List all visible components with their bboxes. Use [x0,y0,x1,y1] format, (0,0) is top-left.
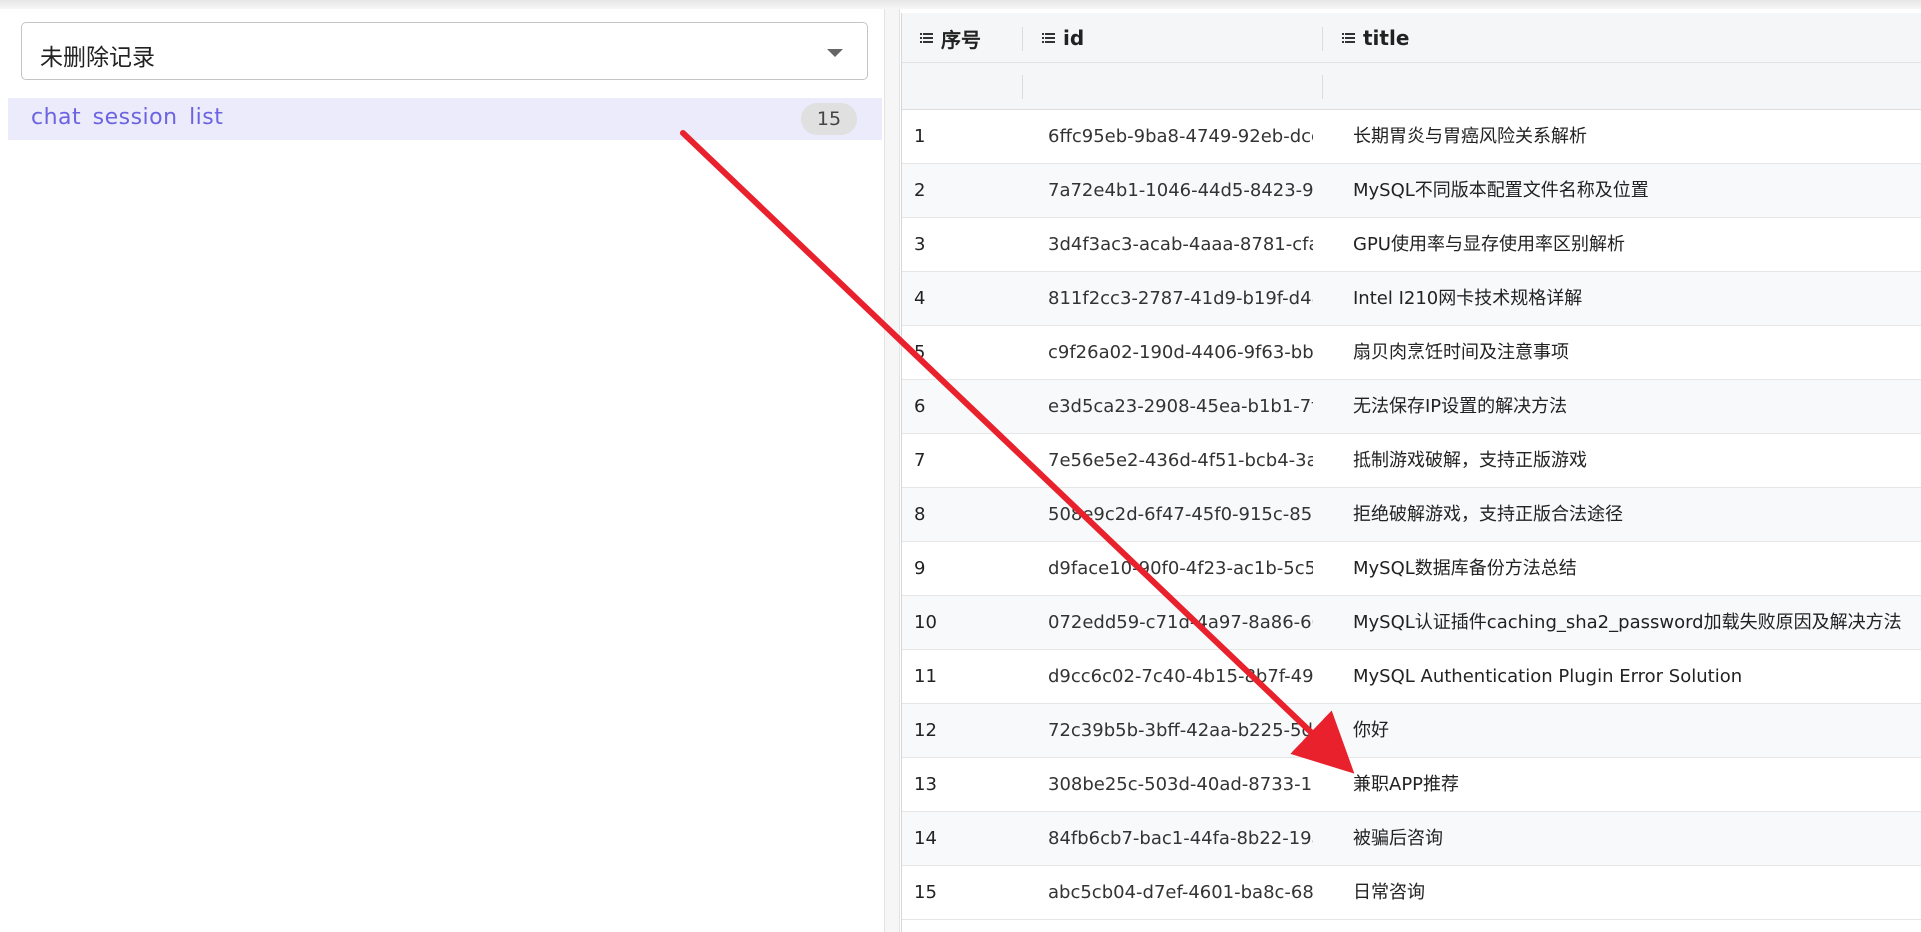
chevron-down-icon[interactable] [827,49,843,57]
cell-id: d9cc6c02-7c40-4b15-8b7f-493... [1048,666,1313,687]
table-row[interactable]: 12 72c39b5b-3bff-42aa-b225-5d9... 你好 [902,704,1921,758]
left-panel: 未删除记录 chat session list 15 [8,9,882,932]
table-row[interactable]: 7 7e56e5e2-436d-4f51-bcb4-3aa... 抵制游戏破解，支持… [902,434,1921,488]
cell-no: 13 [914,774,937,795]
cell-title: 扇贝肉烹饪时间及注意事项 [1353,342,1569,363]
cell-id: 84fb6cb7-bac1-44fa-8b22-19a... [1048,828,1313,849]
table-row[interactable]: 13 308be25c-503d-40ad-8733-15... 兼职APP推荐 [902,758,1921,812]
column-filter-row[interactable] [902,63,1921,110]
table-row[interactable]: 2 7a72e4b1-1046-44d5-8423-96... MySQL不同版本配… [902,164,1921,218]
cell-title: 你好 [1353,720,1389,741]
cell-no: 9 [914,558,926,579]
cell-id: 811f2cc3-2787-41d9-b19f-d48... [1048,288,1313,309]
cell-no: 2 [914,180,926,201]
cell-no: 12 [914,720,937,741]
cell-no: 5 [914,342,926,363]
cell-id: 3d4f3ac3-acab-4aaa-8781-cfa3... [1048,234,1313,255]
cell-title: 日常咨询 [1353,882,1425,903]
cell-id: 7e56e5e2-436d-4f51-bcb4-3aa... [1048,450,1313,471]
cell-no: 7 [914,450,926,471]
cell-title: 兼职APP推荐 [1353,774,1460,795]
cell-title: GPU使用率与显存使用率区别解析 [1353,234,1625,255]
cell-no: 11 [914,666,937,687]
table-row[interactable]: 6 e3d5ca23-2908-45ea-b1b1-7fc... 无法保存IP设置的… [902,380,1921,434]
column-separator[interactable] [1322,27,1323,51]
table-row[interactable]: 1 6ffc95eb-9ba8-4749-92eb-dcc... 长期胃炎与胃癌风险… [902,110,1921,164]
cell-no: 15 [914,882,937,903]
table-row[interactable]: 4 811f2cc3-2787-41d9-b19f-d48... Intel I21… [902,272,1921,326]
column-header-label: title [1363,26,1410,50]
cell-no: 6 [914,396,926,417]
cell-id: 308be25c-503d-40ad-8733-15... [1048,774,1313,795]
cell-title: 拒绝破解游戏，支持正版合法途径 [1353,504,1623,525]
list-item-label: chat session list [31,105,224,130]
column-menu-icon[interactable] [920,32,933,44]
column-header-label: id [1063,26,1085,50]
column-menu-icon[interactable] [1342,32,1355,44]
cell-id: 6ffc95eb-9ba8-4749-92eb-dcc... [1048,126,1313,147]
cell-title: 长期胃炎与胃癌风险关系解析 [1353,126,1587,147]
cell-title: 无法保存IP设置的解决方法 [1353,396,1568,417]
cell-id: c9f26a02-190d-4406-9f63-bb4... [1048,342,1313,363]
table-header: 序号 id title [902,13,1921,63]
cell-no: 1 [914,126,926,147]
cell-id: abc5cb04-d7ef-4601-ba8c-68b... [1048,882,1313,903]
cell-title: MySQL不同版本配置文件名称及位置 [1353,180,1649,201]
window-top-edge [0,0,1921,9]
table-row[interactable]: 8 508e9c2d-6f47-45f0-915c-854... 拒绝破解游戏，支持… [902,488,1921,542]
table-row[interactable]: 9 d9face10-90f0-4f23-ac1b-5c50... MySQL数据库… [902,542,1921,596]
cell-no: 8 [914,504,926,525]
cell-title: 抵制游戏破解，支持正版游戏 [1353,450,1587,471]
column-menu-icon[interactable] [1042,32,1055,44]
cell-id: 72c39b5b-3bff-42aa-b225-5d9... [1048,720,1313,741]
cell-no: 4 [914,288,926,309]
column-header-no[interactable]: 序号 [920,13,981,63]
column-separator [1322,75,1323,99]
cell-id: 072edd59-c71d-4a97-8a86-60... [1048,612,1313,633]
column-header-label: 序号 [941,27,981,52]
column-header-id[interactable]: id [1042,13,1084,63]
cell-title: Intel I210网卡技术规格详解 [1353,288,1583,309]
cell-title: MySQL Authentication Plugin Error Soluti… [1353,666,1743,687]
cell-title: 被骗后咨询 [1353,828,1443,849]
data-table: 序号 id title 1 6ffc95eb-9ba8-4749-92eb-dcc… [901,13,1921,932]
record-filter-select[interactable]: 未删除记录 [21,22,868,80]
panel-resize-handle[interactable] [884,9,900,932]
count-badge: 15 [801,103,857,135]
cell-id: 508e9c2d-6f47-45f0-915c-854... [1048,504,1313,525]
cell-title: MySQL认证插件caching_sha2_password加载失败原因及解决方… [1353,612,1902,633]
cell-id: 7a72e4b1-1046-44d5-8423-96... [1048,180,1313,201]
table-row[interactable]: 15 abc5cb04-d7ef-4601-ba8c-68b... 日常咨询 [902,866,1921,920]
column-separator[interactable] [1022,27,1023,51]
table-row[interactable]: 3 3d4f3ac3-acab-4aaa-8781-cfa3... GPU使用率与显… [902,218,1921,272]
list-item-chat-session[interactable]: chat session list 15 [8,98,882,140]
column-separator [1022,75,1023,99]
table-row[interactable]: 5 c9f26a02-190d-4406-9f63-bb4... 扇贝肉烹饪时间及注… [902,326,1921,380]
record-filter-value: 未删除记录 [40,45,155,71]
table-row[interactable]: 14 84fb6cb7-bac1-44fa-8b22-19a... 被骗后咨询 [902,812,1921,866]
cell-id: d9face10-90f0-4f23-ac1b-5c50... [1048,558,1313,579]
cell-id: e3d5ca23-2908-45ea-b1b1-7fc... [1048,396,1313,417]
cell-no: 14 [914,828,937,849]
table-row[interactable]: 10 072edd59-c71d-4a97-8a86-60... MySQL认证插件… [902,596,1921,650]
cell-no: 3 [914,234,926,255]
table-row[interactable]: 11 d9cc6c02-7c40-4b15-8b7f-493... MySQL Au… [902,650,1921,704]
cell-title: MySQL数据库备份方法总结 [1353,558,1577,579]
column-header-title[interactable]: title [1342,13,1409,63]
cell-no: 10 [914,612,937,633]
